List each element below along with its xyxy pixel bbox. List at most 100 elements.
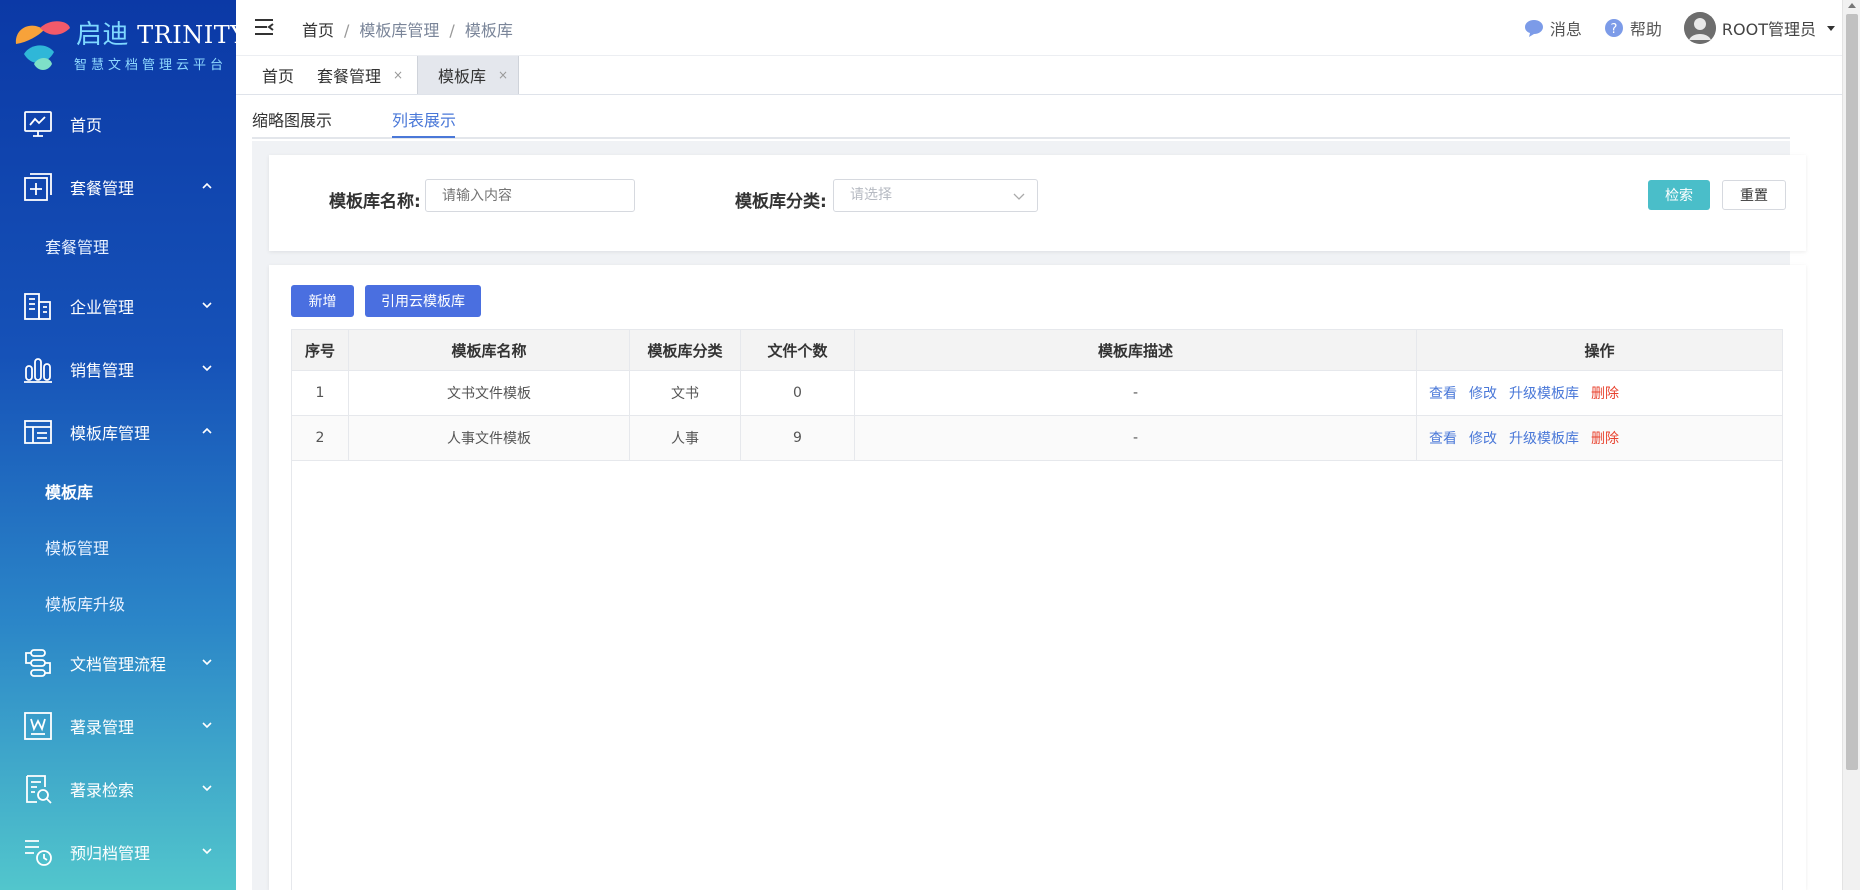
column-header: 模板库分类 <box>630 330 741 370</box>
breadcrumb-template-lib-mgmt[interactable]: 模板库管理 <box>359 21 439 40</box>
tab-template-lib[interactable]: 模板库 × <box>417 56 520 94</box>
building-icon <box>22 290 54 322</box>
cell-description: - <box>855 371 1417 415</box>
tab-label: 首页 <box>262 67 295 86</box>
help-link[interactable]: ? 帮助 <box>1604 16 1662 40</box>
sidebar-item-label: 预归档管理 <box>70 843 151 863</box>
page-scrollbar[interactable] <box>1842 0 1860 890</box>
upgrade-link[interactable]: 升级模板库 <box>1509 383 1579 403</box>
chevron-down-icon <box>202 848 212 855</box>
sidebar-item-label: 套餐管理 <box>70 178 135 198</box>
logo-mark-icon <box>15 21 70 70</box>
template-category-label: 模板库分类: <box>735 192 827 212</box>
help-circle-icon: ? <box>1604 19 1623 37</box>
messages-label: 消息 <box>1549 20 1582 39</box>
edit-link[interactable]: 修改 <box>1469 383 1497 403</box>
sidebar-item-enterprise[interactable]: 企业管理 <box>0 274 236 337</box>
upgrade-link[interactable]: 升级模板库 <box>1509 428 1579 448</box>
cell-description: - <box>855 416 1417 460</box>
reset-button[interactable]: 重置 <box>1722 180 1786 210</box>
caret-down-icon <box>1827 26 1835 31</box>
chevron-down-icon <box>202 365 212 372</box>
sidebar-item-label: 文档管理流程 <box>70 654 167 674</box>
sidebar-subitem-package[interactable]: 套餐管理 <box>0 218 236 274</box>
chevron-down-icon <box>202 722 212 729</box>
table-row: 1 文书文件模板 文书 0 - 查看 修改 升级模板库 删除 <box>292 371 1782 416</box>
chevron-down-icon <box>1013 193 1025 200</box>
table-header: 序号 模板库名称 模板库分类 文件个数 模板库描述 操作 <box>292 330 1782 371</box>
breadcrumb-separator: / <box>449 21 455 40</box>
template-name-label: 模板库名称: <box>329 192 421 212</box>
delete-link[interactable]: 删除 <box>1591 383 1619 403</box>
monitor-chart-icon <box>22 108 54 140</box>
view-link[interactable]: 查看 <box>1429 383 1457 403</box>
sidebar-item-sales[interactable]: 销售管理 <box>0 337 236 400</box>
plus-box-icon <box>22 171 54 203</box>
logo-title: 启迪 TRINITY <box>76 14 247 51</box>
cell-category: 文书 <box>630 371 741 415</box>
column-header: 文件个数 <box>741 330 855 370</box>
view-tab-list[interactable]: 列表展示 <box>392 107 456 131</box>
sidebar-item-catalog-search[interactable]: 著录检索 <box>0 757 236 820</box>
breadcrumb-template-lib: 模板库 <box>464 21 513 40</box>
sidebar-item-template-lib-mgmt[interactable]: 模板库管理 <box>0 400 236 463</box>
cell-category: 人事 <box>630 416 741 460</box>
sidebar-subitem-template-lib[interactable]: 模板库 <box>0 463 236 519</box>
messages-link[interactable]: 消息 <box>1524 16 1582 40</box>
template-category-select[interactable]: 请选择 <box>833 179 1038 212</box>
table-row: 2 人事文件模板 人事 9 - 查看 修改 升级模板库 删除 <box>292 416 1782 461</box>
breadcrumb-home[interactable]: 首页 <box>302 21 334 40</box>
add-button[interactable]: 新增 <box>291 285 354 317</box>
cell-name: 文书文件模板 <box>349 371 630 415</box>
tab-home[interactable]: 首页 <box>262 56 294 94</box>
user-menu[interactable]: ROOT管理员 <box>1683 12 1836 44</box>
view-link[interactable]: 查看 <box>1429 428 1457 448</box>
edit-link[interactable]: 修改 <box>1469 428 1497 448</box>
scroll-thumb[interactable] <box>1846 14 1858 770</box>
column-header: 模板库描述 <box>855 330 1417 370</box>
scroll-up-arrow-icon[interactable] <box>1848 3 1856 8</box>
cell-index: 2 <box>292 416 349 460</box>
active-tab-indicator <box>392 136 455 138</box>
breadcrumb-separator: / <box>344 21 350 40</box>
sidebar-subitem-template-mgmt[interactable]: 模板管理 <box>0 519 236 575</box>
cell-index: 1 <box>292 371 349 415</box>
bar-chart-icon <box>22 353 54 385</box>
layout-icon <box>22 416 54 448</box>
sidebar-item-catalog-mgmt[interactable]: 著录管理 <box>0 694 236 757</box>
sidebar-item-pre-archive[interactable]: 预归档管理 <box>0 820 236 883</box>
tab-package[interactable]: 套餐管理 × <box>317 56 403 94</box>
tab-close-icon[interactable]: × <box>393 68 403 82</box>
flow-icon <box>22 647 54 679</box>
table-panel: 新增 引用云模板库 序号 模板库名称 模板库分类 文件个数 模板库描述 操作 1… <box>269 265 1806 890</box>
clock-list-icon <box>22 836 54 868</box>
cite-cloud-template-button[interactable]: 引用云模板库 <box>365 285 481 317</box>
top-header: 首页 / 模板库管理 / 模板库 消息 ? 帮助 ROOT管理员 <box>236 0 1842 56</box>
category-placeholder: 请选择 <box>850 187 892 203</box>
column-header: 序号 <box>292 330 349 370</box>
chevron-down-icon <box>202 302 212 309</box>
doc-search-icon <box>22 773 54 805</box>
column-header: 操作 <box>1584 341 1615 360</box>
cell-operations: 查看 修改 升级模板库 删除 <box>1417 371 1782 415</box>
search-button[interactable]: 检索 <box>1648 180 1710 210</box>
sidebar-item-label: 模板库管理 <box>70 423 151 443</box>
tab-close-icon[interactable]: × <box>498 68 508 82</box>
sidebar-item-doc-flow[interactable]: 文档管理流程 <box>0 631 236 694</box>
menu-toggle-icon[interactable] <box>254 17 274 37</box>
sidebar-item-label: 著录管理 <box>70 717 135 737</box>
cell-name: 人事文件模板 <box>349 416 630 460</box>
template-name-input[interactable] <box>425 179 635 212</box>
logo-cn: 启迪 <box>76 20 130 50</box>
sidebar-subitem-template-upgrade[interactable]: 模板库升级 <box>0 575 236 631</box>
logo: 启迪 TRINITY 智慧文档管理云平台 <box>0 0 246 92</box>
sidebar-item-home[interactable]: 首页 <box>0 92 236 155</box>
sidebar-item-label: 销售管理 <box>70 360 135 380</box>
logo-subtitle: 智慧文档管理云平台 <box>74 58 228 73</box>
tab-label: 模板库 <box>438 67 487 86</box>
sidebar-item-package[interactable]: 套餐管理 <box>0 155 236 218</box>
tab-bar: 首页 套餐管理 × 模板库 × <box>236 56 1842 95</box>
view-tab-thumbnail[interactable]: 缩略图展示 <box>252 107 332 131</box>
help-label: 帮助 <box>1629 20 1662 39</box>
delete-link[interactable]: 删除 <box>1591 428 1619 448</box>
